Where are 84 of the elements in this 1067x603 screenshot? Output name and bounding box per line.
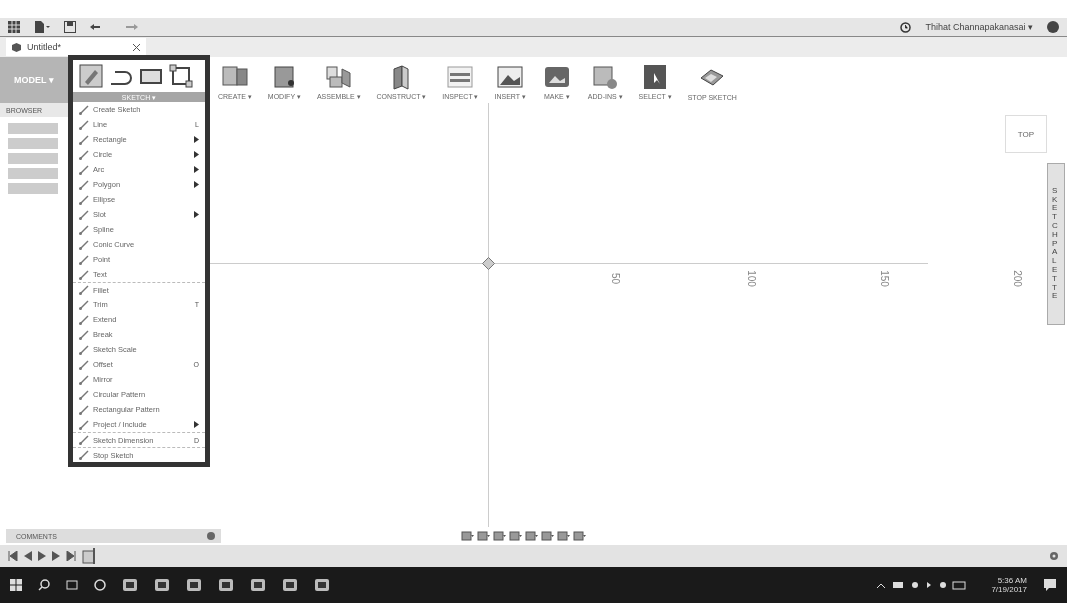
submenu-arrow-icon bbox=[194, 151, 199, 158]
go-to-end-icon[interactable] bbox=[66, 551, 76, 561]
tree-node[interactable] bbox=[8, 183, 58, 194]
app-icon[interactable] bbox=[218, 578, 234, 592]
app-icon[interactable] bbox=[282, 578, 298, 592]
tool-icon bbox=[79, 329, 89, 340]
tool-icon bbox=[79, 134, 89, 145]
tool-icon bbox=[79, 239, 89, 250]
close-icon[interactable] bbox=[133, 43, 140, 51]
tree-node[interactable] bbox=[8, 168, 58, 179]
tool-icon bbox=[445, 63, 476, 91]
tool-icon bbox=[79, 299, 89, 310]
tree-node[interactable] bbox=[8, 123, 58, 134]
tool-icon bbox=[79, 194, 89, 205]
navigation-tool-icon[interactable] bbox=[461, 530, 474, 542]
tool-icon bbox=[79, 254, 89, 265]
tool-icon bbox=[79, 359, 89, 370]
submenu-arrow-icon bbox=[194, 166, 199, 173]
search-icon[interactable] bbox=[38, 579, 50, 591]
tree-node[interactable] bbox=[8, 138, 58, 149]
step-forward-icon[interactable] bbox=[52, 551, 60, 561]
clock-icon[interactable] bbox=[900, 21, 912, 33]
navigation-tool-icon[interactable] bbox=[557, 530, 570, 542]
tool-icon bbox=[495, 63, 526, 91]
tree-node[interactable] bbox=[8, 153, 58, 164]
tool-icon bbox=[79, 374, 89, 385]
navigation-tool-icon[interactable] bbox=[525, 530, 538, 542]
tool-icon bbox=[79, 209, 89, 220]
tool-icon bbox=[79, 435, 89, 445]
tool-icon bbox=[79, 224, 89, 235]
play-icon[interactable] bbox=[38, 551, 46, 561]
tool-icon bbox=[79, 419, 89, 430]
axis-label: 150 bbox=[878, 270, 890, 287]
navigation-tool-icon[interactable] bbox=[573, 530, 586, 542]
tool-icon bbox=[79, 314, 89, 325]
document-tab[interactable]: Untitled* bbox=[6, 38, 146, 56]
tool-icon bbox=[79, 269, 89, 280]
submenu-arrow-icon bbox=[194, 211, 199, 218]
tool-icon bbox=[79, 119, 89, 130]
tool-icon bbox=[323, 63, 354, 91]
app-icon[interactable] bbox=[122, 578, 138, 592]
cube-icon bbox=[12, 42, 21, 52]
tool-icon bbox=[79, 104, 89, 115]
submenu-arrow-icon bbox=[194, 421, 199, 428]
settings-icon[interactable] bbox=[1049, 551, 1059, 561]
tool-icon bbox=[79, 149, 89, 160]
origin-icon bbox=[482, 257, 495, 270]
submenu-arrow-icon bbox=[194, 136, 199, 143]
app-icon[interactable] bbox=[314, 578, 330, 592]
sketch-feature-icon[interactable] bbox=[82, 548, 96, 564]
navigation-tool-icon[interactable] bbox=[477, 530, 490, 542]
navigation-tool-icon[interactable] bbox=[509, 530, 522, 542]
navigation-tool-icon[interactable] bbox=[493, 530, 506, 542]
windows-start-icon[interactable] bbox=[10, 579, 22, 591]
add-icon[interactable] bbox=[207, 532, 215, 540]
app-icon[interactable] bbox=[250, 578, 266, 592]
file-icon[interactable] bbox=[34, 21, 50, 33]
app-icon[interactable] bbox=[154, 578, 170, 592]
app-icon[interactable] bbox=[186, 578, 202, 592]
save-icon[interactable] bbox=[64, 21, 76, 33]
tool-icon bbox=[79, 164, 89, 175]
step-back-icon[interactable] bbox=[24, 551, 32, 561]
sketch-icon[interactable] bbox=[79, 64, 103, 88]
tool-icon bbox=[79, 344, 89, 355]
notification-icon[interactable] bbox=[1043, 578, 1057, 592]
view-cube[interactable]: TOP bbox=[1005, 115, 1047, 153]
browser-icon[interactable] bbox=[94, 579, 106, 591]
clock[interactable]: 5:36 AM 7/19/2017 bbox=[991, 576, 1027, 594]
task-view-icon[interactable] bbox=[66, 579, 78, 591]
tool-icon bbox=[79, 389, 89, 400]
submenu-arrow-icon bbox=[194, 181, 199, 188]
apps-grid-icon[interactable] bbox=[8, 21, 20, 33]
tool-icon bbox=[79, 450, 89, 460]
tool-icon bbox=[79, 404, 89, 415]
constraint-icon[interactable] bbox=[169, 64, 193, 88]
axis-label: 200 bbox=[1011, 270, 1023, 287]
axis-label: 50 bbox=[610, 272, 622, 285]
tool-icon bbox=[79, 285, 89, 295]
user-name[interactable]: Thihat Channapakanasai ▾ bbox=[925, 22, 1033, 32]
sketch-palette-tab[interactable]: SKETCH PALETTE bbox=[1047, 163, 1065, 325]
tool-icon bbox=[79, 179, 89, 190]
go-to-start-icon[interactable] bbox=[8, 551, 18, 561]
axis-label: 100 bbox=[745, 270, 757, 287]
navigation-tool-icon[interactable] bbox=[541, 530, 554, 542]
